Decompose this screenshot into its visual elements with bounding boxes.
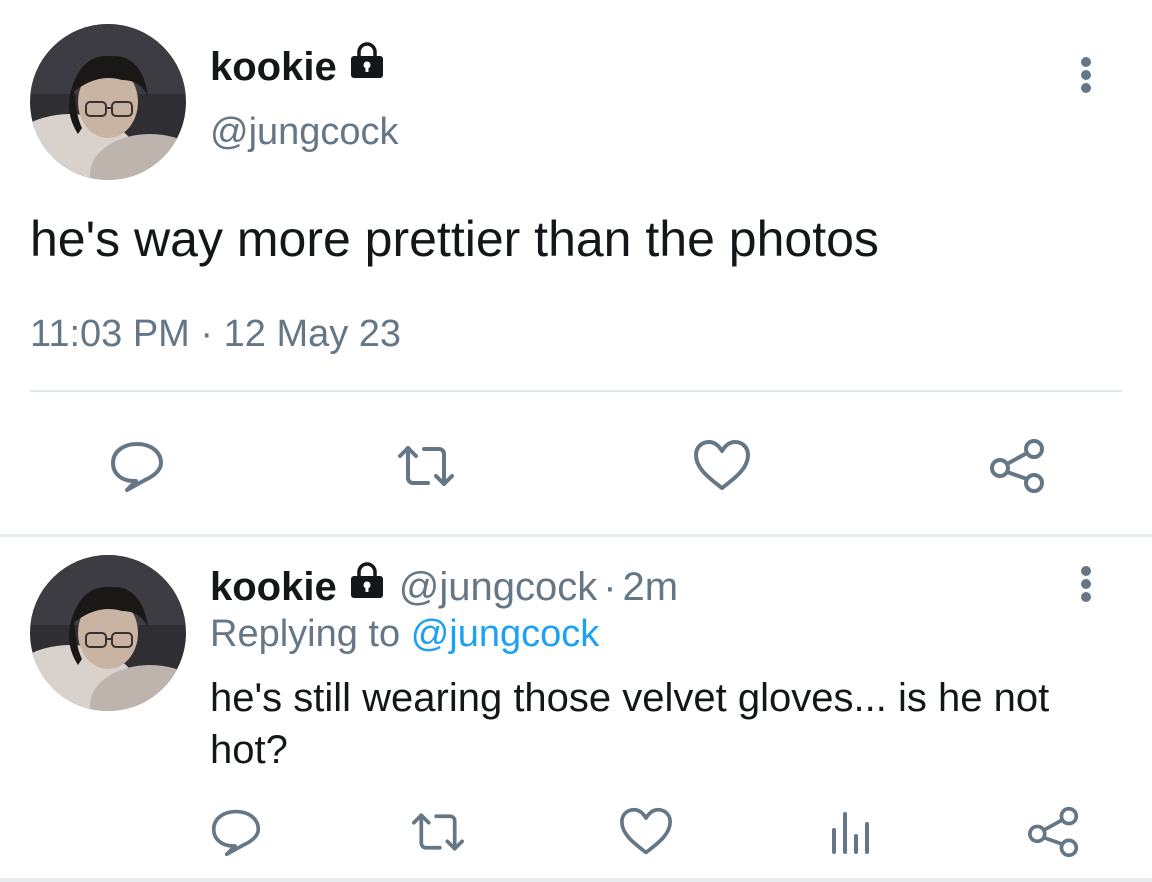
reply-header[interactable]: kookie @jungcock · 2m [210,560,678,613]
tweet-time-ago[interactable]: 2m [623,561,679,613]
reply-button[interactable] [107,438,167,494]
analytics-button[interactable] [822,804,878,860]
tweet-text: he's still wearing those velvet gloves..… [210,676,1050,772]
replying-prefix: Replying to [210,613,401,655]
share-button[interactable] [988,438,1048,494]
avatar-photo [30,555,186,711]
avatar-photo [30,24,186,180]
more-vertical-icon[interactable] [1081,57,1091,93]
heart-icon [694,440,750,490]
tweet-text: he's way more prettier than the photos [30,211,879,267]
avatar[interactable] [30,555,186,711]
replying-to-mention[interactable]: @jungcock [411,613,600,655]
meta-separator: · [603,564,617,609]
divider [30,390,1122,392]
replying-to: Replying to @jungcock [210,610,599,658]
like-button[interactable] [618,804,674,860]
reply-icon [211,809,261,857]
author-display-name[interactable]: kookie [210,41,337,93]
reply-button[interactable] [208,804,264,860]
share-icon [990,439,1044,493]
tweet-time: 11:03 PM [30,313,190,355]
retweet-icon [398,446,454,486]
author-display-name[interactable]: kookie [210,561,337,613]
tweet-date: 12 May 23 [223,313,402,355]
avatar[interactable] [30,24,186,180]
divider [0,534,1152,537]
lock-icon [347,40,387,93]
tweet-timestamp[interactable]: 11:03 PM · 12 May 23 [30,310,401,358]
meta-separator: · [200,313,214,355]
author-name-row[interactable]: kookie [210,40,387,93]
retweet-button[interactable] [410,804,466,860]
like-button[interactable] [692,438,752,494]
author-handle[interactable]: @jungcock [210,108,399,156]
divider [0,878,1152,882]
author-handle[interactable]: @jungcock [399,561,597,613]
retweet-button[interactable] [396,438,456,494]
share-button[interactable] [1026,804,1082,860]
share-icon [1028,806,1079,858]
lock-icon [347,560,387,613]
retweet-icon [412,813,464,851]
heart-icon [619,807,672,855]
more-vertical-icon[interactable] [1081,566,1091,602]
reply-icon [111,442,163,492]
analytics-icon [832,812,869,854]
